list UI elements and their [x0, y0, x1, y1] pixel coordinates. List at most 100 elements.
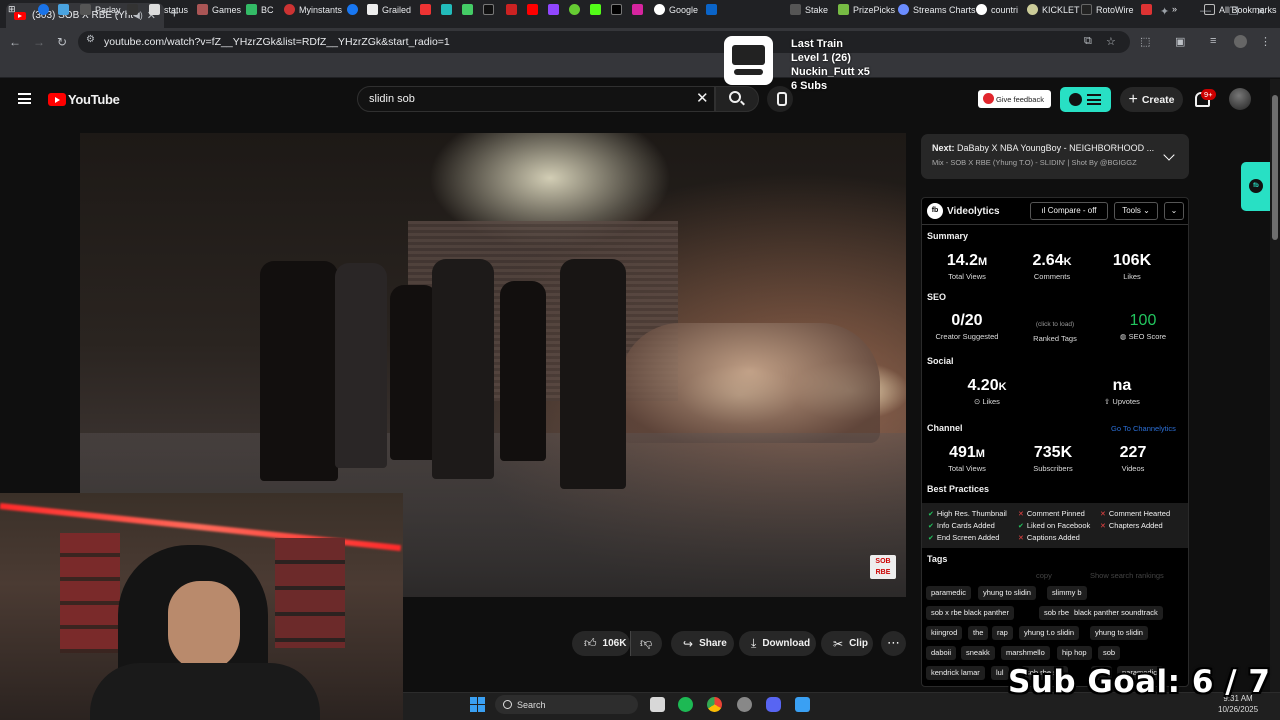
download-button[interactable]: ⤓ Download: [739, 631, 816, 656]
back-arrow-icon[interactable]: ←: [9, 35, 21, 49]
playlist-next-up[interactable]: Next: DaBaby X NBA YoungBoy - NEIGHBORHO…: [921, 134, 1189, 179]
copy-tags-button[interactable]: copy: [1036, 571, 1052, 580]
bookmark-star-icon[interactable]: ☆: [1106, 35, 1116, 48]
taskbar-search[interactable]: Search: [495, 695, 638, 714]
give-feedback-button[interactable]: Give feedback: [978, 90, 1051, 108]
tag-chip[interactable]: paramedic: [926, 586, 972, 600]
tag-chip[interactable]: kiingrod: [926, 626, 963, 640]
tag-chip[interactable]: black panther soundtrack: [1069, 606, 1163, 620]
profile-avatar[interactable]: [1234, 35, 1247, 48]
tools-dropdown[interactable]: Tools ⌄: [1114, 202, 1158, 220]
bookmark-icon-instagram[interactable]: [632, 4, 647, 15]
tag-chip[interactable]: sob x rbe black panther: [926, 606, 1014, 620]
scrollbar-thumb[interactable]: [1272, 95, 1278, 240]
account-avatar[interactable]: [1229, 88, 1251, 110]
bookmark-icon-7[interactable]: [506, 4, 521, 15]
bookmark-parlay[interactable]: Parlay: [80, 4, 121, 15]
app-icon[interactable]: [795, 697, 810, 712]
bookmark-bc[interactable]: BC: [246, 4, 274, 15]
bookmark-icon-rumble[interactable]: [569, 4, 584, 15]
reload-icon[interactable]: ↻: [57, 35, 67, 49]
obs-icon[interactable]: [737, 697, 752, 712]
tag-chip[interactable]: hip hop: [1057, 646, 1092, 660]
guide-menu-icon[interactable]: [18, 93, 31, 104]
tag-chip[interactable]: sob: [1098, 646, 1121, 660]
streamer-shirt: [90, 663, 320, 720]
bookmark-google[interactable]: Google: [654, 4, 698, 15]
go-to-channelytics-link[interactable]: Go To Channelytics: [1111, 424, 1176, 433]
clip-button[interactable]: ✂ Clip: [821, 631, 873, 656]
bookmark-grailed[interactable]: Grailed: [367, 4, 411, 15]
bookmark-icon-x[interactable]: [611, 4, 626, 15]
bookmark-icon-5[interactable]: [462, 4, 477, 15]
bookmark-countri[interactable]: countri: [976, 4, 1018, 15]
chevron-down-icon: ⌄: [1143, 206, 1150, 215]
windows-start-icon[interactable]: [470, 697, 485, 712]
discord-icon[interactable]: [766, 697, 781, 712]
all-bookmarks-folder[interactable]: All Bookmarks: [1204, 4, 1277, 15]
extensions-icon[interactable]: ⬚: [1140, 35, 1150, 48]
tag-chip[interactable]: daboii: [926, 646, 957, 660]
bookmark-status[interactable]: status: [149, 4, 188, 15]
show-search-rankings-button[interactable]: Show search rankings: [1090, 571, 1164, 580]
bookmark-icon-s[interactable]: [1141, 4, 1156, 15]
site-info-icon[interactable]: ⚙: [86, 34, 100, 48]
bookmark-rotowire[interactable]: RotoWire: [1081, 4, 1134, 15]
search-input[interactable]: slidin sob: [357, 86, 715, 112]
voice-search-icon[interactable]: [767, 86, 793, 112]
bookmark-icon-1[interactable]: [38, 4, 53, 15]
panel-collapse-icon[interactable]: ⌄: [1164, 202, 1184, 220]
youtube-logo[interactable]: YouTube: [48, 92, 120, 107]
bookmark-kicklet[interactable]: KICKLET: [1027, 4, 1080, 15]
bookmark-icon-2[interactable]: [58, 4, 73, 15]
create-button[interactable]: + Create: [1120, 87, 1183, 112]
bookmark-prizepicks[interactable]: PrizePicks: [838, 4, 895, 15]
tag-chip[interactable]: kendrick lamar: [926, 666, 985, 680]
spotify-icon[interactable]: [678, 697, 693, 712]
bookmark-streams-charts[interactable]: Streams Charts: [898, 4, 976, 15]
clear-search-icon[interactable]: ✕: [696, 89, 709, 107]
seo-ranked-tags[interactable]: (click to load) Ranked Tags: [1020, 319, 1090, 343]
like-button[interactable]: 👍︎ 106K: [572, 631, 630, 656]
bookmark-icon-outlook[interactable]: [706, 4, 721, 15]
bookmark-icon-youtube[interactable]: [527, 4, 542, 15]
bookmark-icon-6[interactable]: [483, 4, 498, 15]
tag-chip[interactable]: yhung to slidin: [978, 586, 1036, 600]
apps-grid-icon[interactable]: ⊞: [8, 4, 16, 15]
tag-chip[interactable]: sneakk: [961, 646, 995, 660]
share-button[interactable]: ↪ Share: [671, 631, 734, 656]
install-app-icon[interactable]: ⧉: [1084, 35, 1092, 48]
search-icon: [729, 91, 741, 103]
more-actions-icon[interactable]: ⋯: [881, 631, 906, 656]
file-explorer-icon[interactable]: [650, 697, 665, 712]
videolytics-toggle-button[interactable]: [1060, 87, 1111, 112]
tag-chip[interactable]: slimmy b: [1047, 586, 1087, 600]
bookmarks-overflow-icon[interactable]: »: [1172, 4, 1177, 14]
reading-list-icon[interactable]: ≡: [1210, 35, 1216, 47]
tag-chip[interactable]: the: [968, 626, 989, 640]
bookmark-myinstants[interactable]: Myinstants: [284, 4, 342, 15]
dislike-button[interactable]: 👎︎: [630, 631, 662, 656]
tag-chip[interactable]: lul: [991, 666, 1009, 680]
bookmark-icon-twitch[interactable]: [548, 4, 563, 15]
tag-chip[interactable]: yhung to slidin: [1090, 626, 1148, 640]
tag-chip[interactable]: yhung t.o slidin: [1019, 626, 1080, 640]
tag-chip[interactable]: marshmello: [1001, 646, 1050, 660]
chrome-menu-icon[interactable]: ⋮: [1260, 35, 1271, 48]
bookmark-icon-4[interactable]: [441, 4, 456, 15]
seo-creator-suggested[interactable]: 0/20 Creator Suggested: [928, 312, 1006, 341]
bookmark-games[interactable]: Games: [197, 4, 241, 15]
bookmark-facebook-icon[interactable]: [347, 4, 362, 15]
bookmark-icon-sg[interactable]: [420, 4, 435, 15]
bookmark-icon-3[interactable]: [127, 4, 142, 15]
bookmark-icon-kick[interactable]: [590, 4, 605, 15]
bookmark-stake[interactable]: Stake: [790, 4, 828, 15]
forward-arrow-icon[interactable]: →: [33, 35, 45, 49]
chrome-icon[interactable]: [707, 697, 722, 712]
videolytics-side-tab[interactable]: [1241, 162, 1270, 211]
address-bar[interactable]: youtube.com/watch?v=fZ__YHzrZGk&list=RDf…: [78, 31, 1130, 53]
side-panel-icon[interactable]: ▣: [1175, 35, 1185, 48]
compare-button[interactable]: ıl Compare - off: [1030, 202, 1108, 220]
tab-search-icon[interactable]: ✦: [1160, 5, 1169, 18]
tag-chip[interactable]: rap: [992, 626, 1013, 640]
